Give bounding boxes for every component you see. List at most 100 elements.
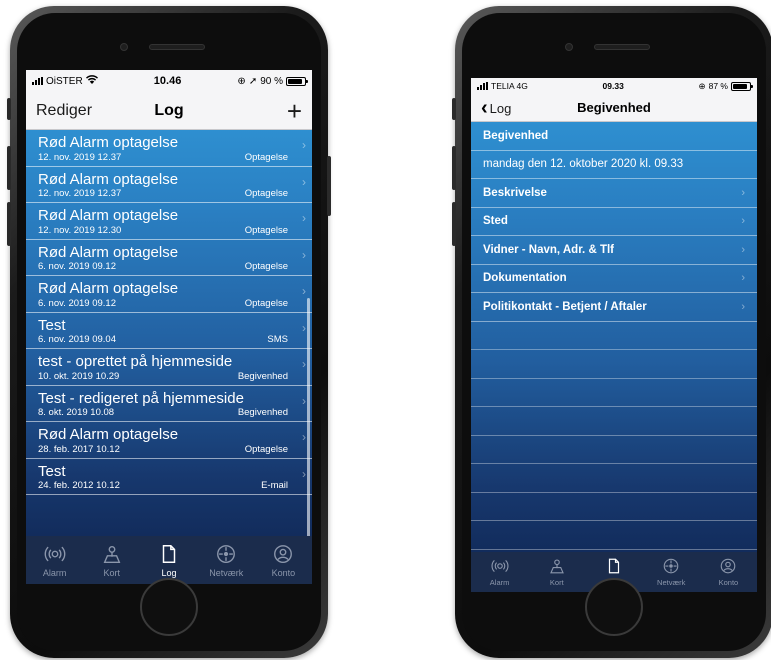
chevron-right-icon: › bbox=[302, 466, 306, 481]
tab-label: Alarm bbox=[42, 567, 67, 578]
event-field-row[interactable]: Beskrivelse › bbox=[471, 179, 757, 208]
log-item-date: 6. nov. 2019 09.12 bbox=[38, 261, 116, 272]
chevron-right-icon: › bbox=[302, 320, 306, 335]
event-field-row[interactable]: Sted › bbox=[471, 208, 757, 236]
orientation-lock-icon: ⊕ bbox=[698, 80, 706, 91]
scrollbar[interactable] bbox=[307, 298, 310, 536]
chevron-right-icon: › bbox=[741, 300, 745, 313]
network-icon bbox=[215, 543, 237, 565]
event-field-label: Sted bbox=[483, 215, 508, 228]
tab-log[interactable]: Log bbox=[140, 536, 197, 584]
alarm-icon bbox=[44, 543, 66, 565]
home-button[interactable] bbox=[140, 578, 198, 636]
event-detail-list: Begivenhed mandag den 12. oktober 2020 k… bbox=[471, 122, 757, 552]
tab-label: Log bbox=[161, 567, 177, 578]
tab-label: Konto bbox=[718, 578, 739, 587]
alarm-icon bbox=[491, 557, 509, 575]
tab-label: Kort bbox=[103, 567, 121, 578]
log-item-title: Test - redigeret på hjemmeside bbox=[38, 389, 244, 407]
orientation-lock-icon: ⊕ bbox=[237, 75, 246, 87]
log-list-item[interactable]: test - oprettet på hjemmeside 10. okt. 20… bbox=[26, 349, 312, 386]
event-field-label: Politikontakt - Betjent / Aftaler bbox=[483, 300, 647, 313]
nav-bar: Rediger Log + bbox=[26, 92, 312, 130]
chevron-right-icon: › bbox=[741, 215, 745, 228]
log-list-item[interactable]: Rød Alarm optagelse 12. nov. 2019 12.30 Op… bbox=[26, 203, 312, 240]
tab-konto[interactable]: Konto bbox=[700, 552, 757, 592]
status-left: TELIA 4G bbox=[477, 81, 528, 91]
volume-down-button bbox=[452, 202, 456, 246]
log-item-type: Begivenhed bbox=[237, 407, 288, 418]
tab-alarm[interactable]: Alarm bbox=[26, 536, 83, 584]
section-header: Begivenhed bbox=[471, 122, 757, 151]
battery-icon bbox=[730, 81, 753, 91]
tab-konto[interactable]: Konto bbox=[255, 536, 312, 584]
silent-switch bbox=[7, 98, 11, 120]
signal-icon bbox=[32, 77, 43, 85]
empty-row bbox=[471, 436, 757, 464]
tab-netvaerk[interactable]: Netværk bbox=[198, 536, 255, 584]
tab-label: Kort bbox=[549, 578, 564, 587]
log-item-date: 8. okt. 2019 10.08 bbox=[38, 407, 115, 418]
carrier-label: OiSTER bbox=[46, 75, 83, 87]
tab-netvaerk[interactable]: Netværk bbox=[643, 552, 700, 592]
log-item-type: Optagelse bbox=[244, 443, 288, 455]
chevron-right-icon: › bbox=[302, 284, 306, 298]
wifi-icon bbox=[85, 75, 98, 87]
log-list-item[interactable]: Test - redigeret på hjemmeside 8. okt. 20… bbox=[26, 386, 312, 422]
event-field-row[interactable]: Politikontakt - Betjent / Aftaler › bbox=[471, 293, 757, 322]
event-date-row: mandag den 12. oktober 2020 kl. 09.33 bbox=[471, 151, 757, 179]
empty-row bbox=[471, 521, 757, 550]
status-right: ⊕ 87 % bbox=[698, 80, 753, 92]
network-icon bbox=[662, 557, 680, 575]
battery-icon bbox=[286, 76, 308, 86]
log-list-item[interactable]: Rød Alarm optagelse 6. nov. 2019 09.12 Opt… bbox=[26, 276, 312, 313]
log-item-date: 10. okt. 2019 10.29 bbox=[38, 370, 120, 382]
front-camera bbox=[565, 43, 573, 51]
log-item-date: 28. feb. 2017 10.12 bbox=[38, 443, 120, 455]
volume-up-button bbox=[452, 146, 456, 190]
page-title: Begivenhed bbox=[577, 100, 651, 115]
log-screen: OiSTER 10.46 ⊕ ➚ 90 % Rediger Log + Rød … bbox=[26, 70, 312, 584]
earpiece-speaker bbox=[149, 44, 205, 50]
home-button[interactable] bbox=[585, 578, 643, 636]
event-field-label: Vidner - Navn, Adr. & Tlf bbox=[483, 243, 614, 256]
front-camera bbox=[120, 43, 128, 51]
log-list-item[interactable]: Test 24. feb. 2012 10.12 E-mail › bbox=[26, 459, 312, 495]
empty-row bbox=[471, 379, 757, 407]
log-item-title: Test bbox=[38, 462, 66, 480]
empty-row bbox=[471, 350, 757, 379]
log-item-title: Rød Alarm optagelse bbox=[38, 134, 179, 151]
chevron-right-icon: › bbox=[741, 272, 745, 285]
silent-switch bbox=[452, 98, 456, 120]
back-label: Log bbox=[489, 100, 512, 116]
account-icon bbox=[719, 557, 737, 575]
log-list-item[interactable]: Rød Alarm optagelse 12. nov. 2019 12.37 Op… bbox=[26, 130, 312, 167]
tab-label: Konto bbox=[271, 567, 296, 578]
edit-button[interactable]: Rediger bbox=[36, 92, 92, 130]
log-item-type: Optagelse bbox=[244, 188, 288, 199]
status-time: 10.46 bbox=[153, 75, 182, 87]
tab-alarm[interactable]: Alarm bbox=[471, 552, 528, 592]
empty-row bbox=[471, 407, 757, 436]
event-field-row[interactable]: Vidner - Navn, Adr. & Tlf › bbox=[471, 236, 757, 265]
log-item-title: Test bbox=[38, 316, 66, 334]
add-button[interactable]: + bbox=[287, 92, 302, 130]
back-button[interactable]: ‹ Log bbox=[481, 94, 511, 122]
chevron-right-icon: › bbox=[302, 211, 306, 225]
status-time: 09.33 bbox=[602, 81, 624, 91]
log-list-item[interactable]: Rød Alarm optagelse 12. nov. 2019 12.37 Op… bbox=[26, 167, 312, 203]
log-list-item[interactable]: Rød Alarm optagelse 28. feb. 2017 10.12 Op… bbox=[26, 422, 312, 459]
log-list-item[interactable]: Test 6. nov. 2019 09.04 SMS › bbox=[26, 313, 312, 349]
page-title: Log bbox=[154, 101, 184, 119]
volume-down-button bbox=[7, 202, 11, 246]
empty-row bbox=[471, 464, 757, 493]
event-field-row[interactable]: Dokumentation › bbox=[471, 265, 757, 293]
log-item-type: SMS bbox=[267, 334, 288, 345]
nav-bar: ‹ Log Begivenhed bbox=[471, 94, 757, 122]
event-screen: TELIA 4G 09.33 ⊕ 87 % ‹ Log Begivenhed B… bbox=[471, 78, 757, 592]
tab-kort[interactable]: Kort bbox=[528, 552, 585, 592]
tab-kort[interactable]: Kort bbox=[83, 536, 140, 584]
battery-percent: 87 % bbox=[708, 81, 728, 91]
log-list-item[interactable]: Rød Alarm optagelse 6. nov. 2019 09.12 Opt… bbox=[26, 240, 312, 276]
log-item-date: 24. feb. 2012 10.12 bbox=[38, 480, 120, 491]
